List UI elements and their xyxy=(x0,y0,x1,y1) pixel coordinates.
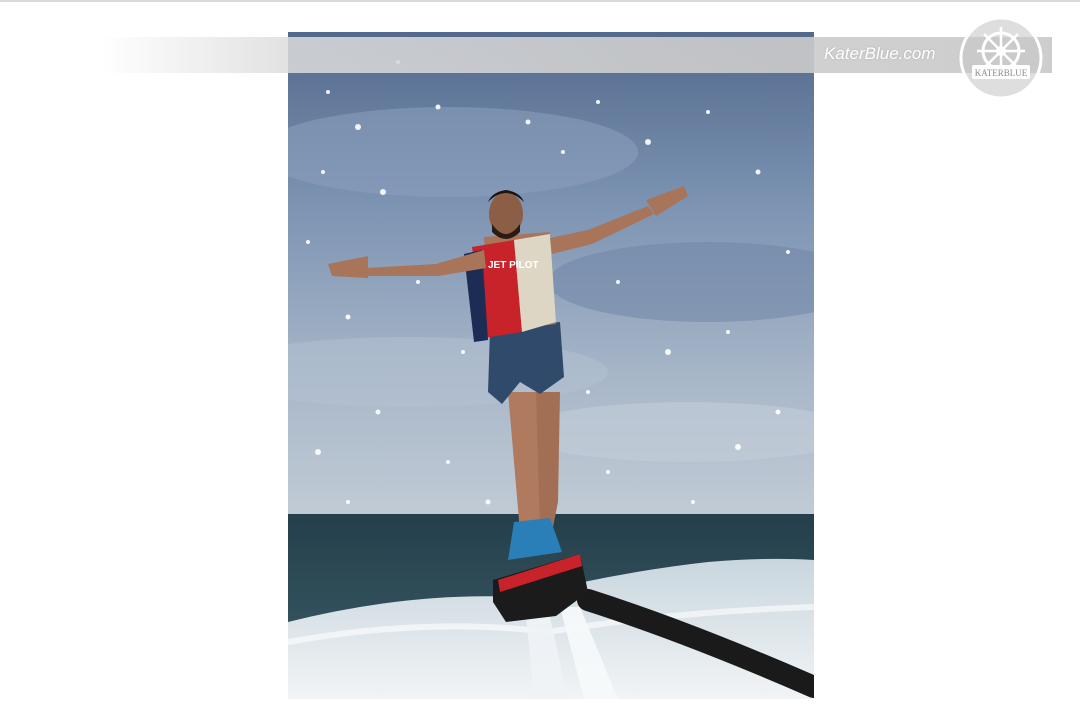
watermark-site-text: KaterBlue.com xyxy=(824,44,936,63)
ship-wheel-icon: KATERBLUE xyxy=(958,15,1044,101)
flyboard-photo: JET PILOT xyxy=(288,32,814,699)
vest-text: JET PILOT xyxy=(488,260,539,271)
top-rule xyxy=(0,0,1080,2)
logo-text: KATERBLUE xyxy=(975,68,1028,78)
photo-illustration: JET PILOT xyxy=(288,32,814,699)
